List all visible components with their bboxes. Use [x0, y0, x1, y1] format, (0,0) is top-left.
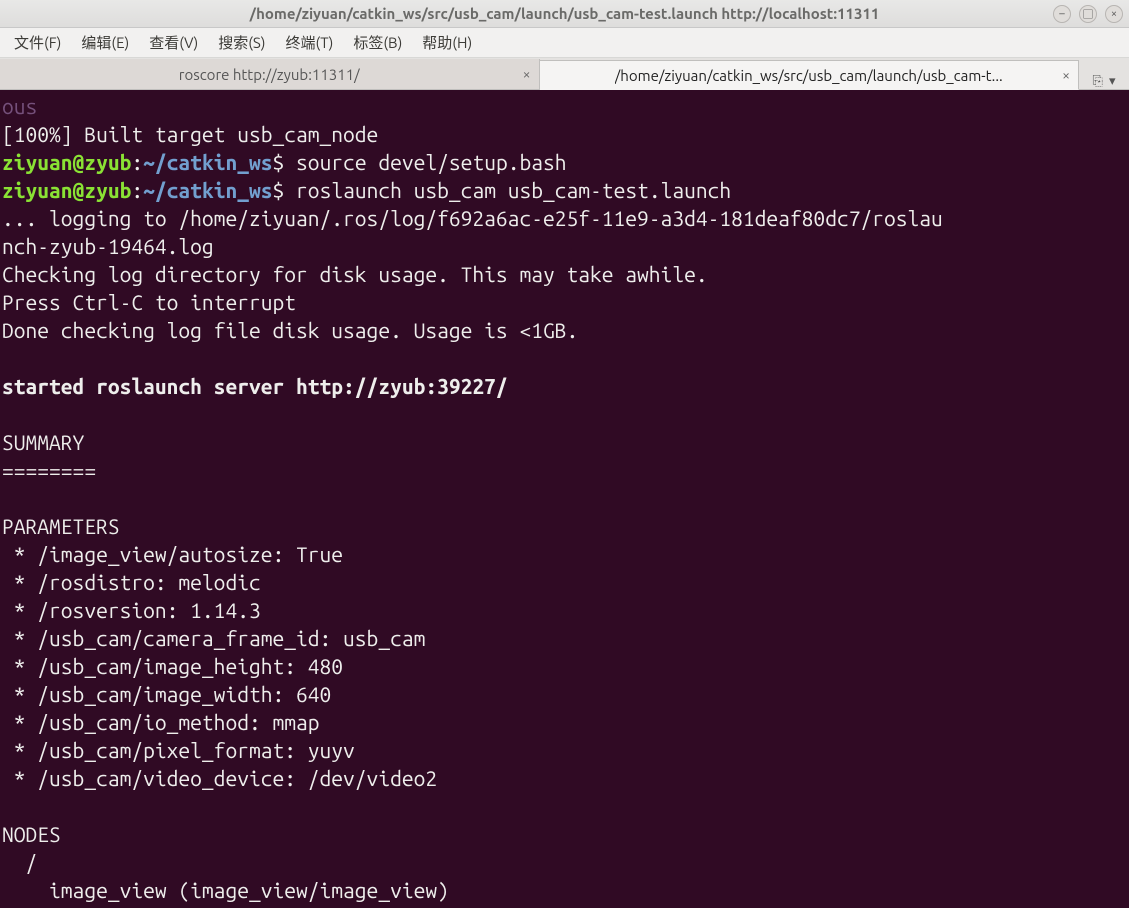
tab-roscore-label: roscore http://zyub:11311/: [179, 66, 360, 83]
term-colon: :: [131, 150, 143, 174]
window-controls: – □ ×: [1053, 5, 1123, 23]
maximize-button[interactable]: □: [1079, 5, 1097, 23]
term-nodes-root: /: [2, 850, 37, 874]
term-param-rosdistro: * /rosdistro: melodic: [2, 570, 261, 594]
term-prompt: $: [273, 178, 297, 202]
term-param-rosversion: * /rosversion: 1.14.3: [2, 598, 261, 622]
term-build-line: [100%] Built target usb_cam_node: [2, 122, 378, 146]
tab-usbcam[interactable]: /home/ziyuan/catkin_ws/src/usb_cam/launc…: [540, 60, 1080, 90]
term-param-pixel-format: * /usb_cam/pixel_format: yuyv: [2, 738, 355, 762]
term-user: ziyuan@zyub: [2, 178, 131, 202]
term-param-camera-frame: * /usb_cam/camera_frame_id: usb_cam: [2, 626, 425, 650]
term-param-image-height: * /usb_cam/image_height: 480: [2, 654, 343, 678]
minimize-button[interactable]: –: [1053, 5, 1071, 23]
term-logging-line1: ... logging to /home/ziyuan/.ros/log/f69…: [2, 206, 943, 230]
term-colon: :: [131, 178, 143, 202]
tab-usbcam-label: /home/ziyuan/catkin_ws/src/usb_cam/launc…: [615, 67, 1003, 84]
menu-edit[interactable]: 编辑(E): [73, 29, 137, 56]
menu-terminal[interactable]: 终端(T): [278, 29, 342, 56]
tab-close-icon[interactable]: ×: [523, 66, 531, 82]
term-check-line3: Done checking log file disk usage. Usage…: [2, 318, 578, 342]
term-prompt: $: [273, 150, 297, 174]
term-started-server: started roslaunch server http://zyub:392…: [2, 374, 508, 398]
term-summary-sep: ========: [2, 458, 96, 482]
term-param-io-method: * /usb_cam/io_method: mmap: [2, 710, 320, 734]
term-user: ziyuan@zyub: [2, 150, 131, 174]
menu-file[interactable]: 文件(F): [6, 29, 69, 56]
term-cmd-source: source devel/setup.bash: [296, 150, 566, 174]
new-tab-icon[interactable]: ⎘: [1093, 74, 1103, 89]
close-button[interactable]: ×: [1105, 5, 1123, 23]
window-titlebar: /home/ziyuan/catkin_ws/src/usb_cam/launc…: [0, 0, 1129, 28]
tab-dropdown-icon[interactable]: ▾: [1109, 74, 1116, 89]
term-fragment: ous: [2, 94, 37, 118]
tab-close-icon[interactable]: ×: [1062, 67, 1070, 83]
term-param-image-width: * /usb_cam/image_width: 640: [2, 682, 331, 706]
window-title: /home/ziyuan/catkin_ws/src/usb_cam/launc…: [250, 5, 880, 22]
terminal-output[interactable]: ous [100%] Built target usb_cam_node ziy…: [0, 90, 1129, 908]
menu-tabs[interactable]: 标签(B): [345, 29, 410, 56]
term-nodes-header: NODES: [2, 822, 61, 846]
term-cmd-roslaunch: roslaunch usb_cam usb_cam-test.launch: [296, 178, 731, 202]
term-node-image-view: image_view (image_view/image_view): [2, 878, 449, 902]
term-check-line1: Checking log directory for disk usage. T…: [2, 262, 708, 286]
term-parameters-header: PARAMETERS: [2, 514, 120, 538]
tab-roscore[interactable]: roscore http://zyub:11311/ ×: [0, 59, 540, 89]
term-cwd: ~/catkin_ws: [143, 178, 272, 202]
term-check-line2: Press Ctrl-C to interrupt: [2, 290, 296, 314]
term-summary-header: SUMMARY: [2, 430, 84, 454]
term-cwd: ~/catkin_ws: [143, 150, 272, 174]
tab-bar-extra: ⎘ ▾: [1079, 74, 1129, 89]
term-logging-line2: nch-zyub-19464.log: [2, 234, 214, 258]
term-param-video-device: * /usb_cam/video_device: /dev/video2: [2, 766, 437, 790]
menu-help[interactable]: 帮助(H): [414, 29, 480, 56]
tab-bar: roscore http://zyub:11311/ × /home/ziyua…: [0, 58, 1129, 90]
menu-view[interactable]: 查看(V): [141, 29, 206, 56]
menu-bar: 文件(F) 编辑(E) 查看(V) 搜索(S) 终端(T) 标签(B) 帮助(H…: [0, 28, 1129, 58]
menu-search[interactable]: 搜索(S): [210, 29, 273, 56]
term-param-autosize: * /image_view/autosize: True: [2, 542, 343, 566]
